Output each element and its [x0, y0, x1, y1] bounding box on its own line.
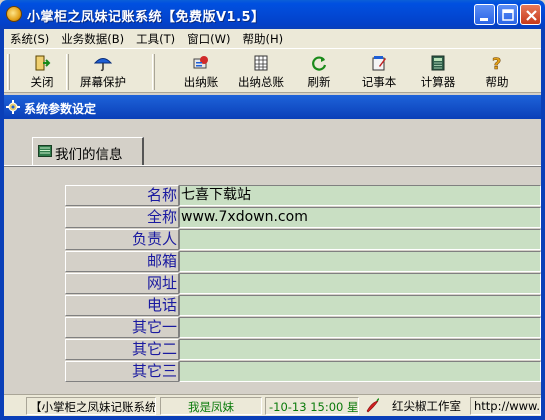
owner-field[interactable] — [179, 229, 541, 250]
info-form: 名称 七喜下载站 全称 www.7xdown.com 负责人 邮箱 网址 电话 … — [65, 185, 541, 383]
minimize-icon — [480, 18, 488, 21]
status-datetime: -10-13 15:00 星 — [265, 397, 359, 415]
other-3-field[interactable] — [179, 361, 541, 382]
form-row-name: 名称 七喜下载站 — [65, 185, 541, 207]
title-bar[interactable]: 小掌柜之凤妹记账系统【免费版V1.5】 — [0, 0, 545, 29]
other-2-label: 其它二 — [65, 339, 179, 360]
close-icon — [526, 10, 537, 21]
form-row-other-1: 其它一 — [65, 317, 541, 339]
toolbar-grip[interactable] — [7, 54, 10, 90]
status-url[interactable]: http://www.h — [470, 397, 541, 415]
menu-help[interactable]: 帮助(H) — [237, 29, 290, 48]
menu-business-data[interactable]: 业务数据(B) — [55, 29, 130, 48]
email-field[interactable] — [179, 251, 541, 272]
tab-divider — [4, 165, 541, 167]
other-3-label: 其它三 — [65, 361, 179, 382]
status-user: 我是凤妹 — [160, 397, 262, 415]
tab-label: 我们的信息 — [55, 147, 123, 163]
toolbar: 关闭 屏幕保护 出纳账 出纳总账 刷新 记事本 计算器 ? 帮助 — [4, 48, 541, 93]
status-company: 红尖椒工作室 — [392, 399, 461, 413]
window-frame-right — [541, 29, 545, 420]
other-1-label: 其它一 — [65, 317, 179, 338]
other-2-field[interactable] — [179, 339, 541, 360]
owner-label: 负责人 — [65, 229, 179, 250]
app-logo-icon — [6, 6, 22, 22]
svg-text:?: ? — [492, 54, 501, 72]
form-row-website: 网址 — [65, 273, 541, 295]
refresh-button[interactable]: 刷新 — [304, 52, 334, 90]
email-label: 邮箱 — [65, 251, 179, 272]
menu-bar: 系统(S) 业务数据(B) 工具(T) 窗口(W) 帮助(H) — [4, 29, 541, 48]
fullname-field[interactable]: www.7xdown.com — [179, 207, 541, 228]
cash-ledger-label: 出纳账 — [183, 75, 219, 89]
exit-door-icon — [35, 55, 51, 71]
calculator-label: 计算器 — [420, 75, 456, 89]
umbrella-icon — [94, 58, 112, 72]
settings-content: 我们的信息 名称 七喜下载站 全称 www.7xdown.com 负责人 邮箱 … — [4, 119, 541, 394]
name-field[interactable]: 七喜下载站 — [179, 185, 541, 206]
form-row-email: 邮箱 — [65, 251, 541, 273]
close-tool-label: 关闭 — [30, 75, 54, 89]
website-field[interactable] — [179, 273, 541, 294]
form-row-phone: 电话 — [65, 295, 541, 317]
screensaver-button[interactable]: 屏幕保护 — [76, 52, 130, 90]
phone-field[interactable] — [179, 295, 541, 316]
close-button[interactable] — [520, 4, 541, 25]
maximize-button[interactable] — [497, 4, 518, 25]
status-app-name: 【小掌柜之凤妹记账系统 — [26, 397, 156, 415]
minimize-button[interactable] — [474, 4, 495, 25]
form-row-owner: 负责人 — [65, 229, 541, 251]
website-label: 网址 — [65, 273, 179, 294]
toolbar-separator — [66, 54, 69, 90]
screensaver-label: 屏幕保护 — [80, 75, 126, 89]
menu-window[interactable]: 窗口(W) — [181, 29, 236, 48]
notepad-button[interactable]: 记事本 — [358, 52, 400, 90]
ledger-grid-icon — [254, 55, 268, 71]
help-icon: ? — [492, 54, 502, 72]
form-row-other-2: 其它二 — [65, 339, 541, 361]
gear-icon — [6, 100, 20, 114]
refresh-icon — [312, 56, 327, 71]
status-bar: 【小掌柜之凤妹记账系统 我是凤妹 -10-13 15:00 星 红尖椒工作室 h… — [4, 394, 541, 416]
window-title: 小掌柜之凤妹记账系统【免费版V1.5】 — [27, 10, 265, 25]
notepad-icon — [372, 56, 386, 71]
phone-label: 电话 — [65, 295, 179, 316]
window-frame-bottom — [0, 416, 545, 420]
info-card-icon — [38, 145, 52, 157]
form-row-fullname: 全称 www.7xdown.com — [65, 207, 541, 229]
menu-tools[interactable]: 工具(T) — [130, 29, 181, 48]
notepad-label: 记事本 — [361, 75, 397, 89]
cash-general-ledger-button[interactable]: 出纳总账 — [234, 52, 288, 90]
cash-ledger-button[interactable]: 出纳账 — [180, 52, 222, 90]
close-tool-button[interactable]: 关闭 — [24, 52, 60, 90]
name-label: 名称 — [65, 185, 179, 206]
refresh-label: 刷新 — [307, 75, 331, 89]
maximize-icon — [502, 9, 514, 21]
calculator-button[interactable]: 计算器 — [418, 52, 458, 90]
toolbar-separator — [152, 54, 155, 90]
calculator-icon — [431, 55, 445, 71]
cash-ledger-icon — [193, 56, 208, 69]
help-tool-label: 帮助 — [485, 75, 509, 89]
cash-general-ledger-label: 出纳总账 — [238, 75, 284, 89]
fullname-label: 全称 — [65, 207, 179, 228]
form-row-other-3: 其它三 — [65, 361, 541, 383]
red-pepper-icon — [366, 398, 380, 413]
tab-our-info[interactable]: 我们的信息 — [32, 137, 144, 165]
panel-header: 系统参数设定 — [4, 95, 541, 119]
panel-title: 系统参数设定 — [24, 102, 97, 116]
other-1-field[interactable] — [179, 317, 541, 338]
help-tool-button[interactable]: ? 帮助 — [482, 52, 512, 90]
menu-system[interactable]: 系统(S) — [4, 29, 55, 48]
